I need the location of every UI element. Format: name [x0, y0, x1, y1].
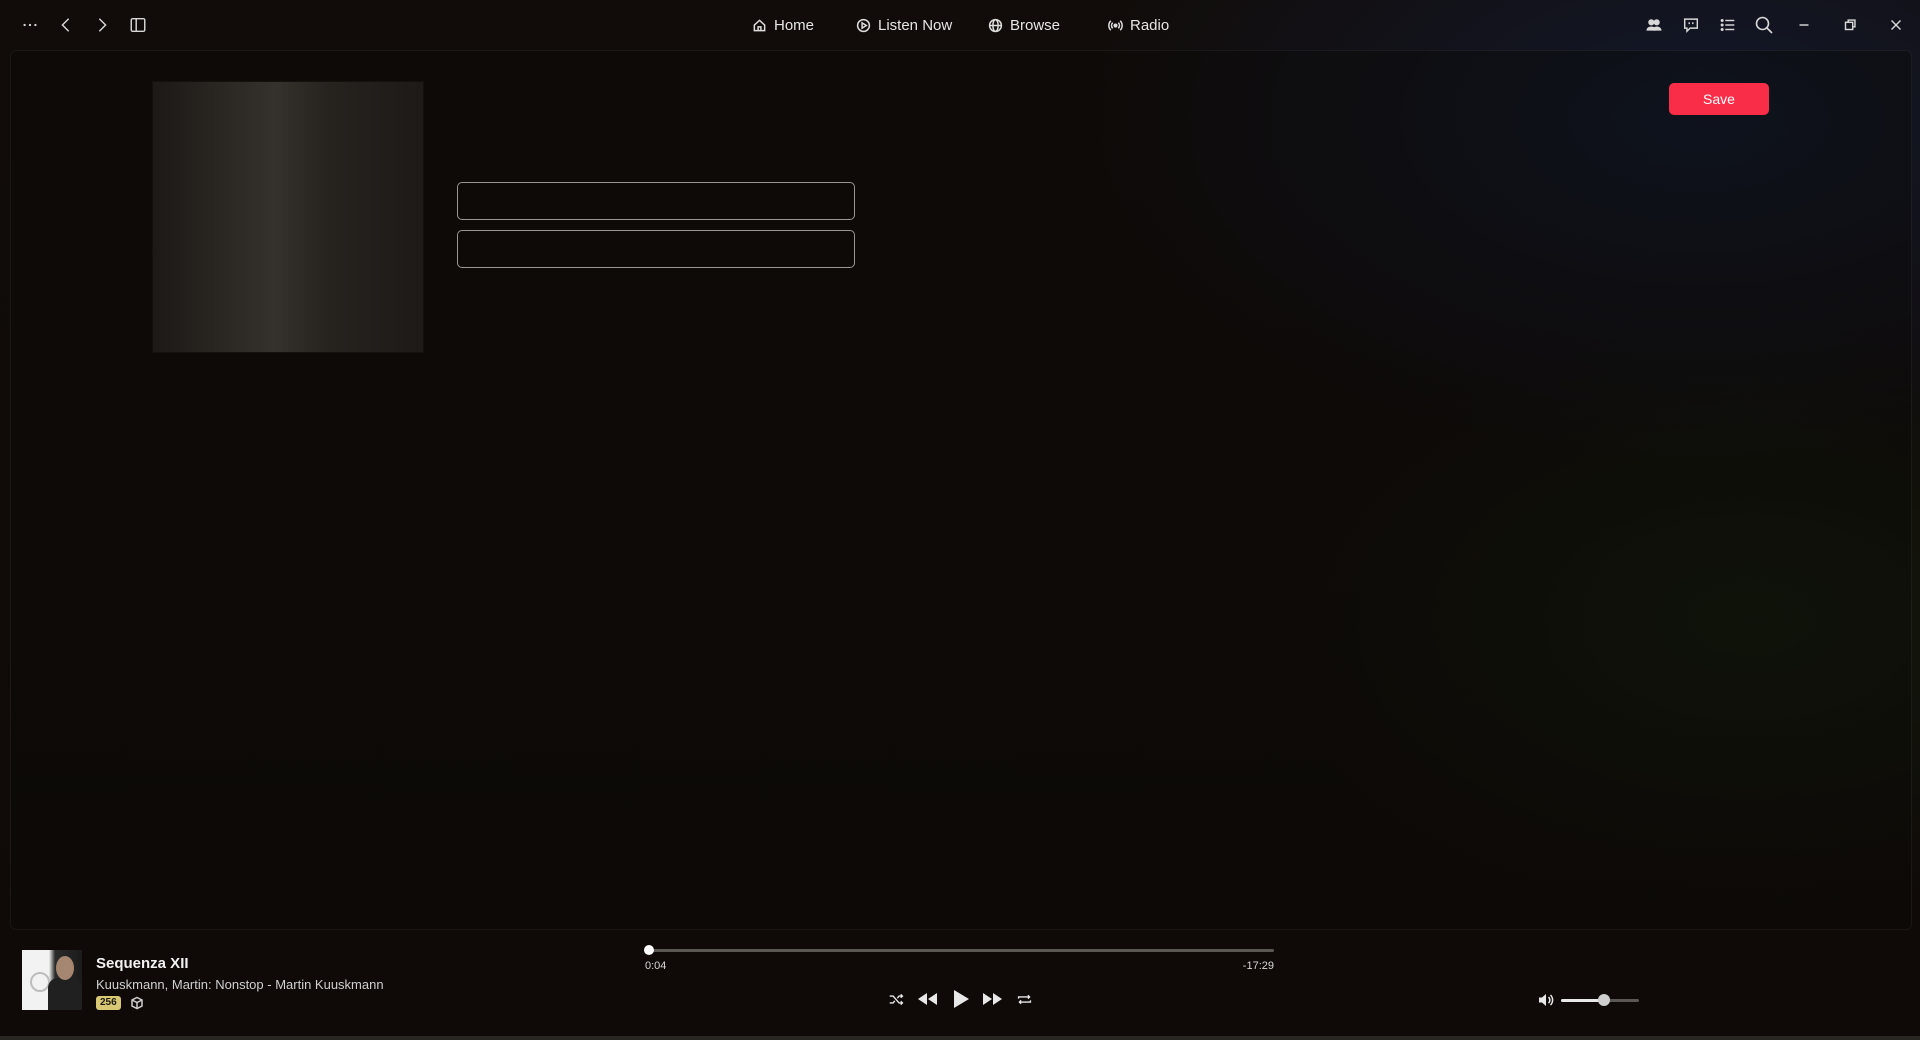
nav-listen-now[interactable]: Listen Now	[856, 12, 952, 38]
next-button[interactable]	[978, 986, 1006, 1012]
minimize-button[interactable]	[1788, 10, 1820, 40]
search-icon	[1755, 16, 1773, 34]
sidebar-toggle-button[interactable]	[122, 10, 154, 40]
more-icon	[23, 23, 37, 27]
restore-icon	[1844, 19, 1856, 31]
cube-icon	[131, 996, 143, 1010]
back-icon	[61, 18, 70, 32]
forward-icon	[98, 18, 107, 32]
title-bar: Home Listen Now Browse Radio	[0, 0, 1920, 50]
nav-radio[interactable]: Radio	[1108, 12, 1169, 38]
play-icon	[954, 990, 969, 1008]
sidebar-toggle-icon	[130, 17, 146, 33]
bitrate-badge: 256	[96, 996, 121, 1010]
now-playing-title[interactable]: Sequenza XII	[96, 955, 189, 972]
window-bottom-border	[0, 1036, 1920, 1040]
restore-button[interactable]	[1834, 10, 1866, 40]
more-button[interactable]	[14, 10, 46, 40]
nav-home-label: Home	[774, 16, 815, 34]
save-button[interactable]: Save	[1669, 83, 1769, 115]
close-icon	[1890, 19, 1902, 31]
minimize-icon	[1799, 24, 1809, 26]
friends-button[interactable]	[1638, 10, 1670, 40]
now-playing-subtitle[interactable]: Kuuskmann, Martin: Nonstop - Martin Kuus…	[96, 977, 384, 992]
artist-input[interactable]	[457, 230, 855, 268]
repeat-icon	[1017, 994, 1031, 1004]
friends-icon	[1646, 19, 1662, 31]
play-circle-icon	[856, 18, 871, 32]
volume-handle[interactable]	[1597, 994, 1610, 1006]
lyrics-button[interactable]	[1675, 10, 1707, 40]
nav-browse-label: Browse	[1010, 16, 1061, 34]
progress-handle[interactable]	[644, 945, 655, 955]
queue-icon	[1720, 18, 1735, 32]
player-bar: Sequenza XII Kuuskmann, Martin: Nonstop …	[0, 930, 1920, 1040]
repeat-button[interactable]	[1012, 986, 1036, 1012]
speaker-icon	[1539, 994, 1554, 1006]
rewind-icon	[918, 993, 937, 1005]
music-app-window: Home Listen Now Browse Radio Save Sequen…	[0, 0, 1920, 1040]
disc-graphic	[30, 972, 50, 992]
globe-icon	[988, 18, 1003, 32]
home-icon	[753, 18, 766, 31]
fast-forward-icon	[983, 993, 1002, 1005]
nav-listen-now-label: Listen Now	[878, 16, 953, 34]
face-graphic	[56, 956, 74, 980]
previous-button[interactable]	[914, 986, 942, 1012]
artwork-placeholder[interactable]	[153, 82, 423, 352]
nav-home[interactable]: Home	[752, 12, 814, 38]
progress-slider[interactable]	[644, 945, 1274, 955]
shuffle-button[interactable]	[884, 986, 908, 1012]
remaining-time: -17:29	[1242, 960, 1274, 972]
now-playing-artwork[interactable]	[22, 950, 82, 1010]
back-button[interactable]	[50, 10, 82, 40]
main-content-panel: Save	[10, 50, 1912, 930]
lyrics-icon	[1683, 18, 1699, 34]
volume-slider[interactable]	[1561, 994, 1639, 1006]
suit-graphic	[48, 978, 82, 1010]
queue-button[interactable]	[1712, 10, 1744, 40]
play-button[interactable]	[948, 986, 974, 1012]
nav-radio-label: Radio	[1130, 16, 1170, 34]
search-button[interactable]	[1748, 10, 1780, 40]
volume-button[interactable]	[1537, 992, 1555, 1008]
forward-button[interactable]	[86, 10, 118, 40]
radio-icon	[1108, 19, 1123, 31]
shuffle-icon	[889, 993, 903, 1005]
title-input[interactable]	[457, 182, 855, 220]
elapsed-time: 0:04	[645, 960, 667, 972]
hires-audio-badge	[130, 996, 144, 1010]
nav-browse[interactable]: Browse	[988, 12, 1060, 38]
close-button[interactable]	[1880, 10, 1912, 40]
